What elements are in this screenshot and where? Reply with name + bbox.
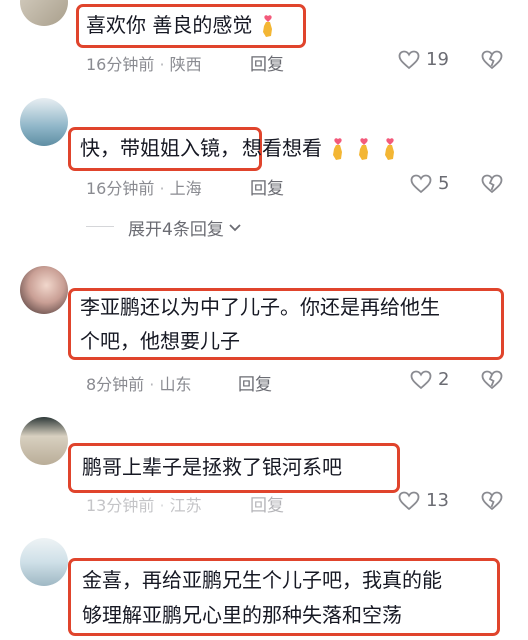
broken-heart-icon[interactable] bbox=[481, 491, 503, 511]
like-button[interactable]: 2 bbox=[410, 369, 449, 390]
chevron-down-icon bbox=[229, 223, 241, 231]
reply-button[interactable]: 回复 bbox=[238, 370, 272, 395]
heart-icon bbox=[410, 174, 432, 193]
avatar[interactable] bbox=[20, 98, 68, 146]
avatar[interactable] bbox=[20, 266, 68, 314]
like-button[interactable]: 13 bbox=[398, 490, 449, 511]
heart-icon bbox=[398, 50, 420, 69]
finger-heart-emoji bbox=[359, 137, 368, 160]
finger-heart-emoji bbox=[263, 14, 273, 37]
comment-meta: 13分钟前 · 江苏 bbox=[86, 496, 202, 515]
reply-button[interactable]: 回复 bbox=[250, 174, 284, 199]
comment-text-line2: 个吧，他想要儿子 bbox=[80, 329, 240, 353]
comment-text-line1: 金喜，再给亚鹏兄生个儿子吧，我真的能 bbox=[82, 568, 442, 592]
comment-text: 喜欢你 善良的感觉 bbox=[86, 8, 278, 42]
reply-button[interactable]: 回复 bbox=[250, 491, 284, 516]
comment-meta: 16分钟前 · 陕西 bbox=[86, 55, 202, 74]
comment-text: 鹏哥上辈子是拯救了银河系吧 bbox=[82, 455, 342, 479]
avatar[interactable] bbox=[20, 0, 68, 26]
finger-heart-emoji bbox=[333, 137, 342, 160]
broken-heart-icon[interactable] bbox=[481, 174, 503, 194]
comment-text: 快，带姐姐入镜， 想看想看 bbox=[80, 131, 400, 165]
expand-replies-button[interactable]: 展开4条回复 bbox=[128, 215, 242, 240]
like-button[interactable]: 5 bbox=[410, 173, 449, 194]
comment-meta: 16分钟前 · 上海 bbox=[86, 179, 202, 198]
heart-icon bbox=[410, 370, 432, 389]
like-button[interactable]: 19 bbox=[398, 49, 449, 70]
replies-divider bbox=[86, 226, 114, 227]
avatar[interactable] bbox=[20, 417, 68, 465]
comment-text-line1: 李亚鹏还以为中了儿子。你还是再给他生 bbox=[80, 295, 440, 319]
finger-heart-emoji bbox=[385, 137, 394, 160]
reply-button[interactable]: 回复 bbox=[250, 50, 284, 75]
broken-heart-icon[interactable] bbox=[481, 370, 503, 390]
comment-text-line2: 够理解亚鹏兄心里的那种失落和空荡 bbox=[82, 603, 402, 627]
broken-heart-icon[interactable] bbox=[481, 50, 503, 70]
heart-icon bbox=[398, 491, 420, 510]
comment-meta: 8分钟前 · 山东 bbox=[86, 375, 192, 394]
avatar[interactable] bbox=[20, 538, 68, 586]
